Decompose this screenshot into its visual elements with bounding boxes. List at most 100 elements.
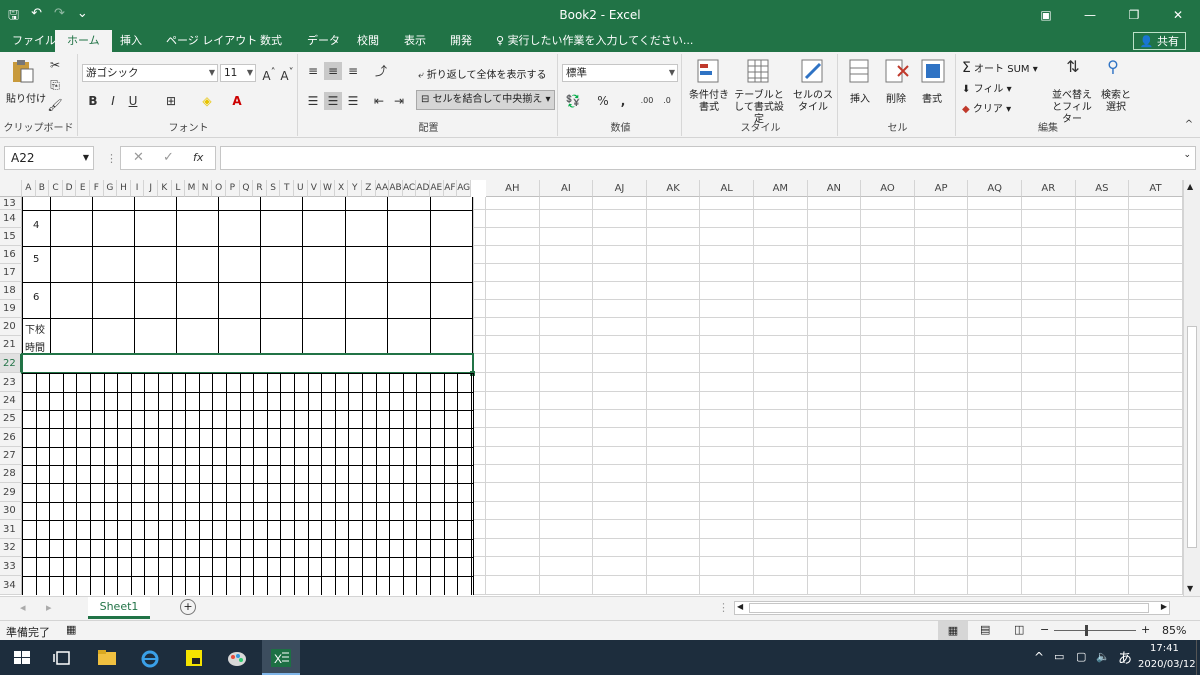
row-header-13[interactable]: 13	[0, 197, 22, 210]
page-break-view-icon[interactable]: ◫	[1014, 623, 1024, 636]
column-header-n[interactable]: N	[198, 180, 213, 197]
tab-data[interactable]: データ	[305, 30, 342, 52]
column-header-af[interactable]: AF	[443, 180, 458, 197]
column-header-f[interactable]: F	[90, 180, 104, 197]
row-header-28[interactable]: 28	[0, 465, 22, 483]
file-explorer-icon[interactable]	[95, 646, 119, 670]
autosum-button[interactable]: Σ オート SUM ▾	[962, 60, 1038, 76]
column-header-ap[interactable]: AP	[914, 180, 969, 197]
column-header-al[interactable]: AL	[700, 180, 754, 197]
column-header-d[interactable]: D	[62, 180, 77, 197]
horizontal-scrollbar[interactable]: ◀ ▶	[734, 601, 1170, 615]
row-header-34[interactable]: 34	[0, 576, 22, 595]
column-header-r[interactable]: R	[253, 180, 267, 197]
merge-center-button[interactable]: ⊟ セルを結合して中央揃え ▾	[416, 90, 556, 110]
tab-home[interactable]: ホーム	[55, 30, 112, 52]
zoom-slider[interactable]	[1054, 630, 1136, 631]
column-header-aj[interactable]: AJ	[593, 180, 647, 197]
find-select-icon[interactable]: ⚲	[1104, 58, 1122, 76]
column-header-j[interactable]: J	[144, 180, 158, 197]
row-header-21[interactable]: 21	[0, 336, 22, 354]
column-header-a[interactable]: A	[22, 180, 36, 197]
share-button[interactable]: 👤 共有	[1132, 32, 1186, 50]
tab-file[interactable]: ファイル	[10, 30, 58, 52]
row-header-20[interactable]: 20	[0, 318, 22, 336]
column-header-ad[interactable]: AD	[416, 180, 430, 197]
bottom-align-icon[interactable]: ≡	[344, 62, 362, 80]
scroll-right-icon[interactable]: ▶	[1161, 602, 1167, 611]
column-header-ar[interactable]: AR	[1022, 180, 1076, 197]
clock-time[interactable]: 17:41	[1150, 643, 1179, 654]
column-header-u[interactable]: U	[294, 180, 308, 197]
conditional-format-button[interactable]: 条件付き書式	[686, 90, 732, 114]
delete-cells-button[interactable]: 削除	[886, 90, 906, 105]
insert-cells-icon[interactable]	[846, 58, 872, 84]
paste-icon[interactable]	[10, 58, 36, 84]
column-header-x[interactable]: X	[334, 180, 349, 197]
zoom-out-icon[interactable]: −	[1040, 623, 1049, 636]
clock-date[interactable]: 2020/03/12	[1138, 659, 1196, 670]
sheet-next-icon[interactable]: ▸	[46, 601, 52, 614]
clear-button[interactable]: ◆ クリア ▾	[962, 100, 1011, 115]
wrap-text-button[interactable]: ⤶ 折り返して全体を表示する	[418, 66, 546, 81]
horizontal-scroll-thumb[interactable]	[749, 603, 1149, 613]
zoom-in-icon[interactable]: +	[1141, 623, 1150, 636]
select-all-corner[interactable]	[0, 180, 22, 197]
windows-start-icon[interactable]	[10, 646, 34, 670]
restore-button[interactable]: ❐	[1112, 0, 1156, 30]
battery-icon[interactable]: ▭	[1054, 650, 1064, 663]
column-header-e[interactable]: E	[76, 180, 90, 197]
ime-indicator[interactable]: あ	[1118, 648, 1132, 668]
column-header-s[interactable]: S	[266, 180, 281, 197]
column-header-m[interactable]: M	[185, 180, 199, 197]
close-button[interactable]: ✕	[1156, 0, 1200, 30]
format-cells-button[interactable]: 書式	[922, 90, 942, 105]
delete-cells-icon[interactable]	[884, 58, 910, 84]
sheet-tab-sheet1[interactable]: Sheet1	[88, 597, 150, 619]
column-header-o[interactable]: O	[212, 180, 226, 197]
cut-icon[interactable]: ✂	[46, 56, 64, 74]
show-hidden-icons-icon[interactable]: ^	[1034, 650, 1044, 664]
row-header-15[interactable]: 15	[0, 228, 22, 246]
sheet-prev-icon[interactable]: ◂	[20, 601, 26, 614]
bold-button[interactable]: B	[84, 92, 102, 110]
insert-cells-button[interactable]: 挿入	[850, 90, 870, 105]
normal-view-icon[interactable]: ▦	[938, 621, 968, 640]
column-header-ag[interactable]: AG	[457, 180, 471, 197]
column-header-an[interactable]: AN	[807, 180, 862, 197]
conditional-format-icon[interactable]	[696, 58, 722, 84]
row-header-29[interactable]: 29	[0, 483, 22, 502]
accounting-format-icon[interactable]: 💱	[564, 92, 582, 110]
scroll-up-icon[interactable]: ▲	[1187, 182, 1193, 191]
column-header-aa[interactable]: AA	[375, 180, 390, 197]
row-header-25[interactable]: 25	[0, 410, 22, 428]
paste-label[interactable]: 貼り付け	[6, 90, 46, 105]
tab-developer[interactable]: 開発	[448, 30, 474, 52]
fill-color-icon[interactable]: ◈	[198, 92, 216, 110]
format-painter-icon[interactable]: 🖌	[46, 96, 64, 114]
scroll-down-icon[interactable]: ▼	[1187, 584, 1193, 593]
row-header-24[interactable]: 24	[0, 392, 22, 410]
sticky-notes-icon[interactable]	[182, 646, 206, 670]
decrease-decimal-icon[interactable]: .0	[658, 92, 676, 110]
row-header-17[interactable]: 17	[0, 264, 22, 282]
column-header-w[interactable]: W	[321, 180, 335, 197]
vertical-scroll-thumb[interactable]	[1187, 326, 1197, 548]
column-header-ao[interactable]: AO	[861, 180, 915, 197]
column-header-g[interactable]: G	[103, 180, 118, 197]
selected-range-a22[interactable]	[21, 353, 474, 374]
find-select-button[interactable]: 検索と選択	[1098, 90, 1134, 114]
borders-icon[interactable]: ⊞	[162, 92, 180, 110]
align-left-icon[interactable]: ☰	[304, 92, 322, 110]
font-size-select[interactable]: 11 ▼	[220, 64, 256, 82]
percent-style-icon[interactable]: %	[594, 92, 612, 110]
show-desktop-button[interactable]	[1196, 640, 1200, 675]
column-header-ac[interactable]: AC	[402, 180, 417, 197]
format-as-table-icon[interactable]	[746, 58, 772, 84]
font-name-select[interactable]: 游ゴシック ▼	[82, 64, 218, 82]
fill-button[interactable]: ⬇ フィル ▾	[962, 80, 1012, 95]
expand-formula-icon[interactable]: ⌄	[1183, 150, 1191, 160]
tell-me-search[interactable]: ♀ 実行したい作業を入力してください...	[494, 30, 695, 52]
collapse-ribbon-icon[interactable]: ^	[1180, 116, 1198, 134]
page-layout-view-icon[interactable]: ▤	[980, 623, 990, 636]
